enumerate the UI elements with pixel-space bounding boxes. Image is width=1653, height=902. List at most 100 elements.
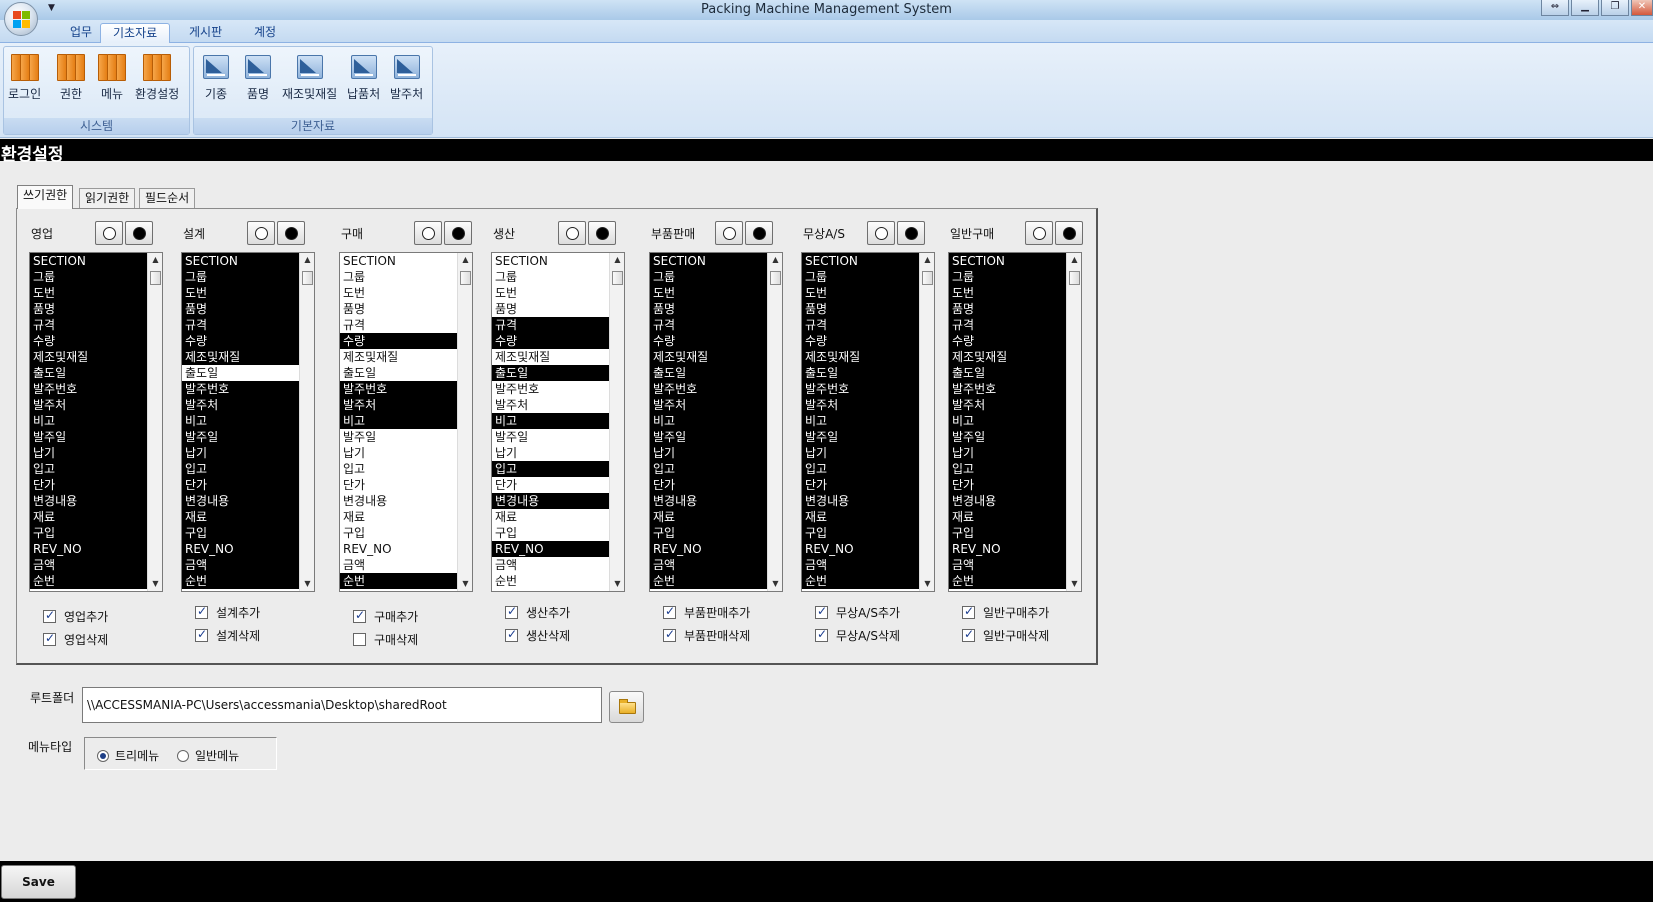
list-item[interactable]: 납기 [182, 445, 300, 461]
list-item[interactable]: 단가 [340, 477, 458, 493]
list-item[interactable]: 제조및재질 [340, 349, 458, 365]
list-item[interactable]: 그룹 [949, 269, 1067, 285]
checkbox[interactable] [195, 604, 208, 619]
list-item[interactable]: 수량 [182, 333, 300, 349]
list-item[interactable]: 변경내용 [492, 493, 610, 509]
checkbox[interactable] [663, 604, 676, 619]
list-item[interactable]: 규격 [30, 317, 148, 333]
list-item[interactable]: 발주처 [949, 397, 1067, 413]
item-name-button[interactable]: 품명 [242, 51, 274, 102]
add-permission-checkbox[interactable]: 생산추가 [505, 603, 570, 621]
select-all-button[interactable] [277, 221, 305, 245]
field-listbox[interactable]: SECTION 그룹 도번 품명 규격 수량 제조및재질 출도일 발주번호 발주처 비고 발주일 납기 입… [948, 252, 1082, 592]
list-item[interactable]: 제조및재질 [182, 349, 300, 365]
list-item[interactable]: 규격 [182, 317, 300, 333]
list-item[interactable]: 제조및재질 [650, 349, 768, 365]
checkbox[interactable] [962, 604, 975, 619]
ribbon-tab-account[interactable]: 계정 [242, 23, 288, 43]
field-listbox[interactable]: SECTION 그룹 도번 품명 규격 수량 제조및재질 출도일 발주번호 발주처 비고 발주일 납기 입… [29, 252, 163, 592]
list-item[interactable]: 입고 [30, 461, 148, 477]
list-item[interactable]: 발주처 [182, 397, 300, 413]
scroll-up-arrow-icon[interactable]: ▲ [920, 253, 934, 267]
list-item[interactable]: 출도일 [30, 365, 148, 381]
list-item[interactable]: 출도일 [182, 365, 300, 381]
list-item[interactable]: 순번 [492, 573, 610, 589]
list-item[interactable]: 도번 [949, 285, 1067, 301]
chevron-down-icon[interactable]: ▼ [48, 3, 55, 13]
delete-permission-checkbox[interactable]: 구매삭제 [353, 630, 418, 648]
list-item[interactable]: 제조및재질 [949, 349, 1067, 365]
list-item[interactable]: 비고 [492, 413, 610, 429]
scroll-thumb[interactable] [922, 271, 933, 285]
delete-permission-checkbox[interactable]: 무상A/S삭제 [815, 626, 900, 644]
list-item[interactable]: 발주일 [802, 429, 920, 445]
list-item[interactable]: 도번 [30, 285, 148, 301]
list-item[interactable]: REV_NO [30, 541, 148, 557]
list-item[interactable]: 금액 [650, 557, 768, 573]
list-item[interactable]: 수량 [802, 333, 920, 349]
list-item[interactable]: 품명 [182, 301, 300, 317]
list-item[interactable]: 비고 [182, 413, 300, 429]
scroll-thumb[interactable] [150, 271, 161, 285]
list-item[interactable]: 품명 [650, 301, 768, 317]
scroll-up-arrow-icon[interactable]: ▲ [300, 253, 314, 267]
list-item[interactable]: 비고 [340, 413, 458, 429]
list-item[interactable]: REV_NO [340, 541, 458, 557]
list-item[interactable]: 구입 [182, 525, 300, 541]
list-item[interactable]: 재료 [340, 509, 458, 525]
list-item[interactable]: 규격 [802, 317, 920, 333]
list-item[interactable]: 재료 [492, 509, 610, 525]
vertical-scrollbar[interactable]: ▲ ▼ [1066, 253, 1081, 591]
list-item[interactable]: 단가 [650, 477, 768, 493]
list-item[interactable]: 품명 [30, 301, 148, 317]
list-item[interactable]: 비고 [802, 413, 920, 429]
checkbox[interactable] [505, 604, 518, 619]
list-item[interactable]: 수량 [340, 333, 458, 349]
list-item[interactable]: 입고 [650, 461, 768, 477]
list-item[interactable]: 제조및재질 [30, 349, 148, 365]
settings-button[interactable]: 환경설정 [135, 51, 179, 102]
scroll-down-arrow-icon[interactable]: ▼ [1067, 577, 1081, 591]
list-item[interactable]: 도번 [340, 285, 458, 301]
list-item[interactable]: 단가 [802, 477, 920, 493]
menu-button[interactable]: 메뉴 [96, 51, 128, 102]
save-button[interactable]: Save [1, 865, 76, 899]
maximize-button[interactable]: ❐ [1601, 0, 1629, 16]
checkbox[interactable] [353, 608, 366, 623]
select-none-button[interactable] [414, 221, 442, 245]
select-none-button[interactable] [867, 221, 895, 245]
select-none-button[interactable] [95, 221, 123, 245]
list-item[interactable]: 재료 [650, 509, 768, 525]
checkbox[interactable] [43, 608, 56, 623]
checkbox[interactable] [962, 627, 975, 642]
list-item[interactable]: 순번 [949, 573, 1067, 589]
scroll-up-arrow-icon[interactable]: ▲ [148, 253, 162, 267]
vertical-scrollbar[interactable]: ▲ ▼ [147, 253, 162, 591]
list-item[interactable]: 순번 [340, 573, 458, 589]
radio-button[interactable] [97, 749, 109, 762]
list-item[interactable]: 변경내용 [650, 493, 768, 509]
list-item[interactable]: 제조및재질 [492, 349, 610, 365]
ribbon-tab-basic-data[interactable]: 기초자료 [100, 23, 171, 44]
scroll-thumb[interactable] [460, 271, 471, 285]
list-item[interactable]: 구입 [30, 525, 148, 541]
list-item[interactable]: 재료 [949, 509, 1067, 525]
list-item[interactable]: 발주일 [492, 429, 610, 445]
list-item[interactable]: SECTION [492, 253, 610, 269]
list-item[interactable]: SECTION [802, 253, 920, 269]
list-item[interactable]: 금액 [340, 557, 458, 573]
list-item[interactable]: 금액 [30, 557, 148, 573]
list-item[interactable]: 출도일 [949, 365, 1067, 381]
list-item[interactable]: 발주번호 [30, 381, 148, 397]
list-item[interactable]: 납기 [949, 445, 1067, 461]
delete-permission-checkbox[interactable]: 일반구매삭제 [962, 626, 1049, 644]
minimize-button[interactable]: ▁ [1571, 0, 1599, 16]
list-item[interactable]: 구입 [802, 525, 920, 541]
list-item[interactable]: 품명 [492, 301, 610, 317]
list-item[interactable]: 금액 [949, 557, 1067, 573]
list-item[interactable]: 납기 [650, 445, 768, 461]
checkbox[interactable] [505, 627, 518, 642]
list-item[interactable]: REV_NO [949, 541, 1067, 557]
ribbon-tab-work[interactable]: 업무 [58, 23, 104, 43]
list-item[interactable]: 출도일 [340, 365, 458, 381]
